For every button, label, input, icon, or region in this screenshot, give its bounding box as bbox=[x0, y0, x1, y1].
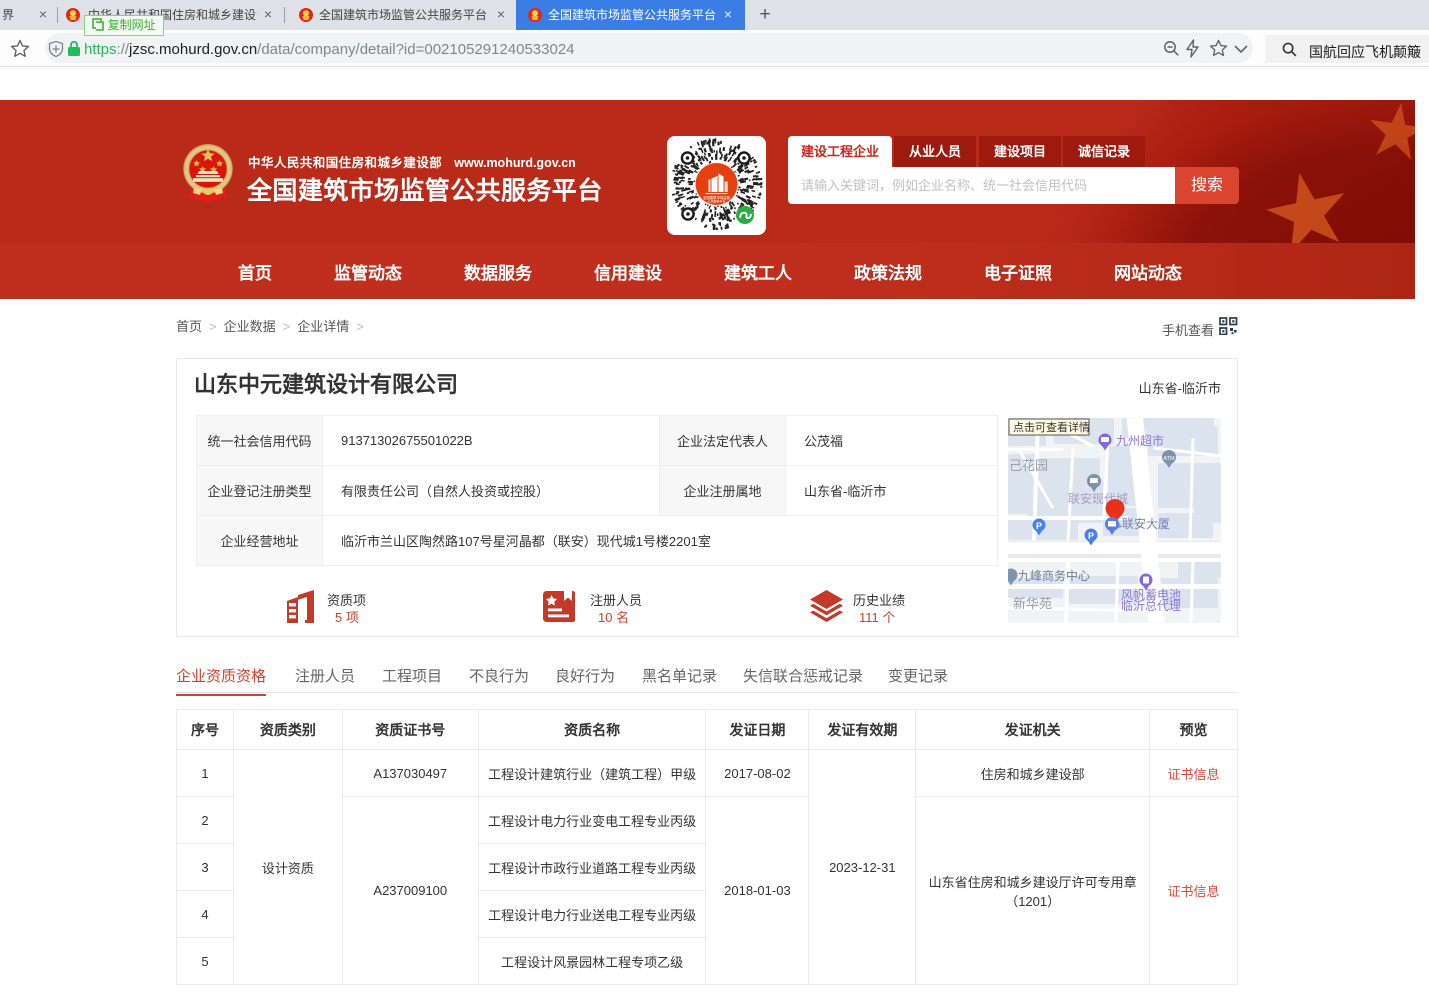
svg-text:九州超市: 九州超市 bbox=[1116, 433, 1164, 448]
svg-text:公共服务平台: 公共服务平台 bbox=[707, 199, 725, 204]
svg-text:P: P bbox=[1088, 531, 1094, 541]
svg-text:ATM: ATM bbox=[1163, 456, 1175, 462]
svg-text:P: P bbox=[1036, 521, 1042, 531]
svg-text:九峰商务中心: 九峰商务中心 bbox=[1018, 568, 1090, 583]
svg-text:点击可查看详情: 点击可查看详情 bbox=[1013, 420, 1090, 434]
svg-text:己花园: 己花园 bbox=[1009, 458, 1048, 473]
svg-text:临沂总代理: 临沂总代理 bbox=[1121, 599, 1181, 613]
svg-text:联安大厦: 联安大厦 bbox=[1122, 516, 1170, 531]
svg-text:新华苑: 新华苑 bbox=[1013, 596, 1052, 611]
